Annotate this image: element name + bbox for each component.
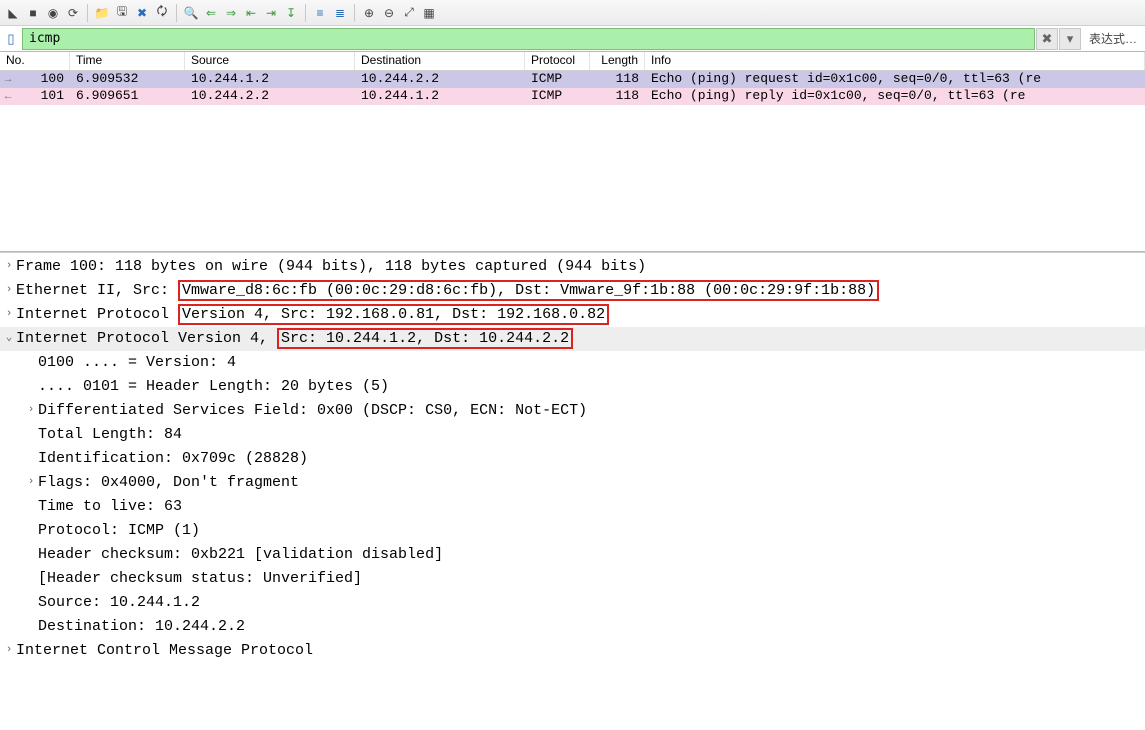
packet-list-header: No. Time Source Destination Protocol Len… [0,52,1145,71]
ip-outer-highlight: Version 4, Src: 192.168.0.81, Dst: 192.1… [178,304,609,325]
reload-icon[interactable]: 🗘 [153,4,171,22]
main-toolbar: ◣ ■ ◉ ⟳ 📁 🖫 ✖ 🗘 🔍 ⇐ ⇒ ⇤ ⇥ ↧ ≡ ≣ ⊕ ⊖ ⤢ ▦ [0,0,1145,26]
direction-icon: → [0,71,16,88]
ip-field[interactable]: ›Differentiated Services Field: 0x00 (DS… [0,399,1145,423]
expand-icon[interactable]: › [2,303,16,324]
column-header-protocol[interactable]: Protocol [525,52,590,70]
column-header-time[interactable]: Time [70,52,185,70]
autoscroll-icon[interactable]: ↧ [282,4,300,22]
cell-no: 100 [16,71,70,88]
ip-field[interactable]: Source: 10.244.1.2 [0,591,1145,615]
column-header-no[interactable]: No. [0,52,70,70]
packet-details-pane[interactable]: › Frame 100: 118 bytes on wire (944 bits… [0,252,1145,730]
expand-icon[interactable]: › [2,639,16,660]
clear-filter-button[interactable]: ✖ [1036,28,1058,50]
apply-filter-button[interactable]: ▾ [1059,28,1081,50]
ip-field[interactable]: Destination: 10.244.2.2 [0,615,1145,639]
direction-icon: ← [0,88,16,105]
expand-icon[interactable]: › [24,471,38,492]
ip-field[interactable]: Time to live: 63 [0,495,1145,519]
cell-no: 101 [16,88,70,105]
ip-inner-highlight: Src: 10.244.1.2, Dst: 10.244.2.2 [277,328,573,349]
cell-time: 6.909532 [70,71,185,88]
cell-info: Echo (ping) reply id=0x1c00, seq=0/0, tt… [645,88,1145,105]
display-filter-bar: ▯ ✖ ▾ 表达式… [0,26,1145,52]
colorize-icon[interactable]: ≡ [311,4,329,22]
ip-field[interactable]: .... 0101 = Header Length: 20 bytes (5) [0,375,1145,399]
save-icon[interactable]: 🖫 [113,4,131,22]
packet-list-pane: No. Time Source Destination Protocol Len… [0,52,1145,252]
ip-field[interactable]: ›Flags: 0x4000, Don't fragment [0,471,1145,495]
ip-outer-summary[interactable]: › Internet Protocol Version 4, Src: 192.… [0,303,1145,327]
zoom-out-icon[interactable]: ⊖ [380,4,398,22]
column-header-length[interactable]: Length [590,52,645,70]
packet-list-rows: →1006.90953210.244.1.210.244.2.2ICMP118E… [0,71,1145,105]
column-header-source[interactable]: Source [185,52,355,70]
cell-destination: 10.244.1.2 [355,88,525,105]
close-icon[interactable]: ✖ [133,4,151,22]
toolbar-separator [87,4,88,22]
table-row[interactable]: →1006.90953210.244.1.210.244.2.2ICMP118E… [0,71,1145,88]
ip-field[interactable]: Header checksum: 0xb221 [validation disa… [0,543,1145,567]
cell-destination: 10.244.2.2 [355,71,525,88]
expand-icon[interactable]: › [24,399,38,420]
ip-field[interactable]: Protocol: ICMP (1) [0,519,1145,543]
forward-icon[interactable]: ⇒ [222,4,240,22]
ethernet-highlight: Vmware_d8:6c:fb (00:0c:29:d8:6c:fb), Dst… [178,280,879,301]
zoom-in-icon[interactable]: ⊕ [360,4,378,22]
ip-field[interactable]: [Header checksum status: Unverified] [0,567,1145,591]
collapse-icon[interactable]: ⌄ [2,327,16,348]
cell-protocol: ICMP [525,71,590,88]
ip-field[interactable]: 0100 .... = Version: 4 [0,351,1145,375]
zoom-fit-icon[interactable]: ⤢ [400,4,418,22]
toolbar-separator [354,4,355,22]
bookmark-icon[interactable]: ▯ [0,28,22,50]
ip-field[interactable]: Identification: 0x709c (28828) [0,447,1145,471]
toolbar-separator [305,4,306,22]
ethernet-summary[interactable]: › Ethernet II, Src: Vmware_d8:6c:fb (00:… [0,279,1145,303]
frame-summary[interactable]: › Frame 100: 118 bytes on wire (944 bits… [0,255,1145,279]
goto-last-icon[interactable]: ⇥ [262,4,280,22]
table-row[interactable]: ←1016.90965110.244.2.210.244.1.2ICMP118E… [0,88,1145,105]
expand-icon[interactable]: › [2,255,16,276]
cell-source: 10.244.1.2 [185,71,355,88]
find-icon[interactable]: 🔍 [182,4,200,22]
cell-length: 118 [590,71,645,88]
goto-first-icon[interactable]: ⇤ [242,4,260,22]
resize-columns-icon[interactable]: ▦ [420,4,438,22]
toolbar-separator [176,4,177,22]
expand-icon[interactable]: › [2,279,16,300]
column-header-destination[interactable]: Destination [355,52,525,70]
ip-field[interactable]: Total Length: 84 [0,423,1145,447]
autoscroll-live-icon[interactable]: ≣ [331,4,349,22]
toolbar-icon-0[interactable]: ◣ [4,4,22,22]
display-filter-input[interactable] [22,28,1035,50]
cell-protocol: ICMP [525,88,590,105]
toolbar-icon-1[interactable]: ■ [24,4,42,22]
cell-source: 10.244.2.2 [185,88,355,105]
toolbar-icon-3[interactable]: ⟳ [64,4,82,22]
toolbar-icon-2[interactable]: ◉ [44,4,62,22]
expression-button[interactable]: 表达式… [1081,30,1145,47]
icmp-summary[interactable]: › Internet Control Message Protocol [0,639,1145,663]
cell-time: 6.909651 [70,88,185,105]
back-icon[interactable]: ⇐ [202,4,220,22]
cell-length: 118 [590,88,645,105]
cell-info: Echo (ping) request id=0x1c00, seq=0/0, … [645,71,1145,88]
ip-inner-summary[interactable]: ⌄ Internet Protocol Version 4, Src: 10.2… [0,327,1145,351]
column-header-info[interactable]: Info [645,52,1145,70]
folder-icon[interactable]: 📁 [93,4,111,22]
